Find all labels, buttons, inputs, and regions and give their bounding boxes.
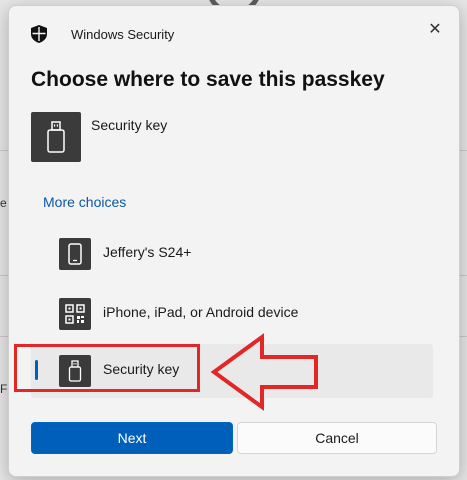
option-label: iPhone, iPad, or Android device bbox=[103, 304, 299, 320]
title-bar: Windows Security ✕ bbox=[9, 6, 459, 61]
usb-key-icon bbox=[31, 112, 81, 162]
selected-authenticator-label: Security key bbox=[91, 117, 168, 133]
next-button[interactable]: Next bbox=[31, 422, 233, 454]
annotation-arrow-icon bbox=[210, 333, 318, 411]
phone-icon bbox=[59, 238, 91, 270]
qr-code-icon bbox=[59, 298, 91, 330]
option-label: Jeffery's S24+ bbox=[103, 244, 192, 260]
shield-icon bbox=[31, 25, 47, 43]
close-icon: ✕ bbox=[428, 21, 442, 38]
background-text-fragment: e bbox=[0, 196, 7, 210]
app-title: Windows Security bbox=[71, 27, 175, 42]
option-phone[interactable]: Jeffery's S24+ bbox=[31, 227, 433, 281]
background-text-fragment: F bbox=[0, 382, 8, 396]
close-button[interactable]: ✕ bbox=[421, 15, 449, 43]
annotation-highlight-box bbox=[14, 344, 200, 392]
more-choices-link[interactable]: More choices bbox=[43, 194, 126, 210]
dialog-heading: Choose where to save this passkey bbox=[31, 68, 385, 91]
cancel-button[interactable]: Cancel bbox=[237, 422, 437, 454]
